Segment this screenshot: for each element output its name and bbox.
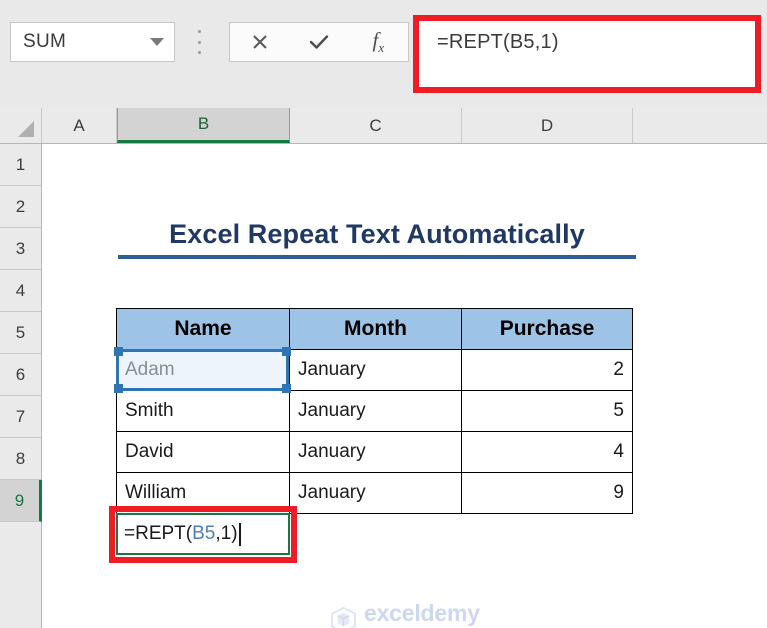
column-header-e-partial[interactable] xyxy=(633,108,767,143)
fx-insert-function-icon[interactable]: fx xyxy=(352,23,404,61)
data-table: Name Month Purchase Adam January 2 Smith… xyxy=(116,308,633,514)
select-all-triangle-icon xyxy=(18,121,34,137)
formula-action-buttons: fx xyxy=(229,22,409,62)
close-x-icon[interactable] xyxy=(234,23,286,61)
exceldemy-watermark: exceldemy EXCEL · DATA · BI xyxy=(330,602,480,628)
cell-b7[interactable]: David xyxy=(116,431,290,473)
cell-d5[interactable]: 2 xyxy=(461,349,633,391)
column-header-c[interactable]: C xyxy=(290,108,462,143)
table-row[interactable]: Smith January 5 xyxy=(116,390,633,432)
column-header-row: A B C D xyxy=(0,108,767,144)
row-header-column: 1 2 3 4 5 6 7 8 9 xyxy=(0,144,42,628)
cell-d7[interactable]: 4 xyxy=(461,431,633,473)
name-box-value: SUM xyxy=(23,31,67,52)
name-box[interactable]: SUM xyxy=(10,22,175,62)
row-header-6[interactable]: 6 xyxy=(0,354,41,396)
column-header-d[interactable]: D xyxy=(462,108,633,143)
table-row[interactable]: David January 4 xyxy=(116,431,633,473)
cell-c8[interactable]: January xyxy=(289,472,462,514)
cell-c5[interactable]: January xyxy=(289,349,462,391)
row-header-8[interactable]: 8 xyxy=(0,438,41,480)
exceldemy-cube-logo-icon xyxy=(331,606,356,628)
toolbar-ellipsis-icon xyxy=(197,30,201,54)
watermark-brand-name: exceldemy xyxy=(364,600,480,626)
table-header-month: Month xyxy=(289,308,462,350)
column-header-b[interactable]: B xyxy=(117,108,290,143)
cell-b6[interactable]: Smith xyxy=(116,390,290,432)
row-header-5[interactable]: 5 xyxy=(0,312,41,354)
cell-b5[interactable]: Adam xyxy=(116,349,290,391)
table-header-name: Name xyxy=(116,308,290,350)
formula-prefix-text: =REPT( xyxy=(124,523,193,544)
table-header-purchase: Purchase xyxy=(461,308,633,350)
cell-c6[interactable]: January xyxy=(289,390,462,432)
sheet-title-block: Excel Repeat Text Automatically xyxy=(118,219,636,259)
formula-reference-text: B5 xyxy=(192,523,216,544)
formula-bar-annotation-box: =REPT(B5,1) xyxy=(413,15,761,93)
row-header-9[interactable]: 9 xyxy=(0,480,42,522)
table-row[interactable]: Adam January 2 xyxy=(116,349,633,391)
formula-bar-area: SUM fx =REPT(B5,1) xyxy=(0,0,767,108)
chevron-down-icon[interactable] xyxy=(150,38,164,46)
active-cell-b9-editor[interactable]: =REPT(B5,1) xyxy=(116,513,290,555)
table-row[interactable]: William January 9 xyxy=(116,472,633,514)
select-all-corner[interactable] xyxy=(0,108,42,143)
cell-c7[interactable]: January xyxy=(289,431,462,473)
table-header-row: Name Month Purchase xyxy=(116,308,633,350)
row-header-3[interactable]: 3 xyxy=(0,228,41,270)
cell-d8[interactable]: 9 xyxy=(461,472,633,514)
title-underline-rule xyxy=(118,255,636,259)
formula-input[interactable]: =REPT(B5,1) xyxy=(419,21,755,87)
sheet-surface[interactable]: Excel Repeat Text Automatically Name Mon… xyxy=(42,144,767,628)
row-header-2[interactable]: 2 xyxy=(0,186,41,228)
row-header-4[interactable]: 4 xyxy=(0,270,41,312)
spreadsheet-grid: A B C D 1 2 3 4 5 6 7 8 9 Excel Repeat T… xyxy=(0,108,767,628)
formula-suffix-text: ,1) xyxy=(215,523,238,544)
page-title: Excel Repeat Text Automatically xyxy=(169,219,585,249)
checkmark-icon[interactable] xyxy=(293,23,345,61)
cell-b8[interactable]: William xyxy=(116,472,290,514)
cell-d6[interactable]: 5 xyxy=(461,390,633,432)
column-header-a[interactable]: A xyxy=(42,108,117,143)
text-cursor-caret xyxy=(238,522,241,546)
row-header-7[interactable]: 7 xyxy=(0,396,41,438)
row-header-1[interactable]: 1 xyxy=(0,144,41,186)
